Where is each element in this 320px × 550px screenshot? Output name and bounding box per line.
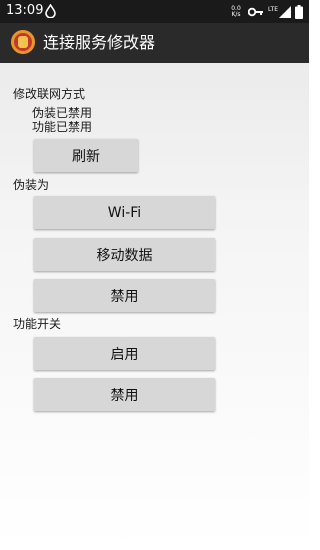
section-mode-label: 修改联网方式 — [13, 87, 86, 101]
enable-button[interactable]: 启用 — [34, 337, 215, 370]
wifi-button[interactable]: Wi-Fi — [34, 196, 215, 229]
function-status-text: 功能已禁用 — [32, 120, 93, 134]
network-speed: 0.0 K/s — [231, 4, 241, 18]
app-logo-icon — [11, 30, 35, 54]
status-bar: 13:09 0.0 K/s LTE — [0, 0, 309, 23]
disguise-disable-button[interactable]: 禁用 — [34, 279, 215, 312]
mobile-data-button[interactable]: 移动数据 — [34, 238, 215, 271]
status-time: 13:09 — [6, 3, 44, 18]
signal-icon — [279, 5, 291, 18]
section-disguise-as-label: 伪装为 — [13, 178, 50, 192]
disguise-status-text: 伪装已禁用 — [32, 106, 93, 120]
status-icons: 0.0 K/s LTE — [228, 4, 303, 19]
data-saver-icon — [45, 4, 56, 18]
app-title: 连接服务修改器 — [43, 33, 156, 52]
section-function-switch-label: 功能开关 — [13, 317, 62, 331]
battery-icon — [295, 4, 303, 19]
key-icon — [248, 7, 264, 16]
function-disable-button[interactable]: 禁用 — [34, 378, 215, 411]
refresh-button[interactable]: 刷新 — [34, 139, 138, 172]
lte-label: LTE — [268, 5, 278, 13]
app-bar: 连接服务修改器 — [0, 23, 309, 63]
main-content: 修改联网方式 伪装已禁用 功能已禁用 刷新 伪装为 Wi-Fi 移动数据 禁用 … — [0, 63, 309, 550]
